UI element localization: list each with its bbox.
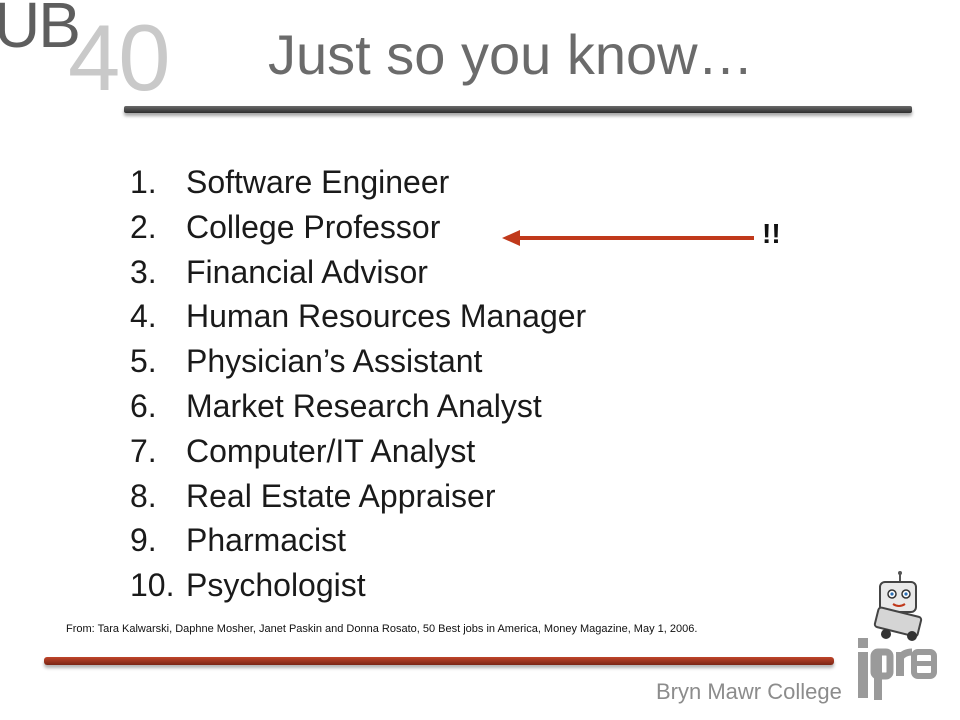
logo-40-text: 40	[68, 5, 171, 110]
list-item-label: Physician’s Assistant	[186, 343, 483, 380]
list-item-number: 1.	[130, 164, 157, 200]
slide-title: Just so you know…	[268, 23, 754, 86]
list-item: 1. Software Engineer	[130, 164, 586, 209]
list-item-label: Market Research Analyst	[186, 387, 542, 424]
list-item: 4. Human Resources Manager	[130, 298, 586, 343]
footer-institution: Bryn Mawr College	[656, 679, 842, 704]
list-item-label: Psychologist	[186, 567, 366, 604]
slide: UB 40 Just so you know… 1. Software Engi…	[0, 0, 960, 720]
list-item: 8. Real Estate Appraiser	[130, 478, 586, 523]
list-item-number: 8.	[130, 477, 157, 514]
title-divider	[124, 106, 912, 113]
ipre-logo	[858, 638, 937, 700]
footer-divider	[44, 657, 834, 665]
list-item: 7. Computer/IT Analyst	[130, 433, 586, 478]
arrow-head	[502, 230, 520, 246]
list-item-label: Financial Advisor	[186, 253, 428, 290]
list-item-number: 5.	[130, 343, 157, 380]
list-item-number: 9.	[130, 522, 157, 559]
list-item-label: Real Estate Appraiser	[186, 477, 496, 514]
list-item-number: 4.	[130, 298, 157, 335]
robot-icon	[873, 571, 923, 641]
list-item: 3. Financial Advisor	[130, 254, 586, 299]
list-item: 9. Pharmacist	[130, 522, 586, 567]
list-item: 6. Market Research Analyst	[130, 388, 586, 433]
red-arrow-icon	[502, 230, 754, 246]
emphasis-mark: !!	[762, 218, 781, 249]
list-item-number: 7.	[130, 432, 157, 469]
list-item: 5. Physician’s Assistant	[130, 343, 586, 388]
list-item-label: Human Resources Manager	[186, 298, 587, 335]
list-item-label: Software Engineer	[186, 164, 450, 200]
list-item: 10. Psychologist	[130, 567, 586, 612]
list-item-label: College Professor	[186, 208, 441, 245]
list-item-number: 3.	[130, 253, 157, 290]
list-item-label: Computer/IT Analyst	[186, 432, 476, 469]
list-item-number: 2.	[130, 208, 157, 245]
list-item-number: 6.	[130, 387, 157, 424]
citation-text: From: Tara Kalwarski, Daphne Mosher, Jan…	[66, 623, 698, 635]
list-item-label: Pharmacist	[186, 522, 347, 559]
list-item-number: 10.	[130, 567, 175, 604]
